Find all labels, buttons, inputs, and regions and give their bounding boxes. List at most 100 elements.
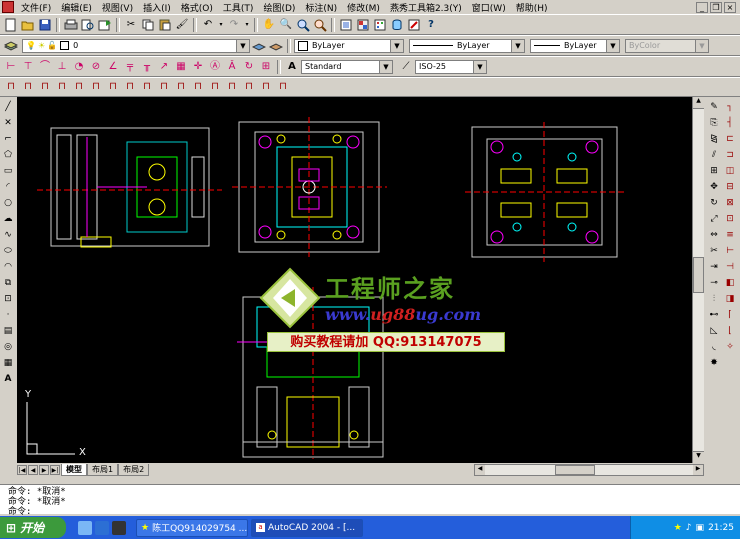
- tray-clock[interactable]: 21:25: [708, 523, 734, 533]
- zoom-window-icon[interactable]: [295, 17, 311, 33]
- menu-draw[interactable]: 绘图(D): [258, 1, 300, 14]
- task-autocad[interactable]: a AutoCAD 2004 - [...: [251, 518, 363, 537]
- print-icon[interactable]: [63, 17, 79, 33]
- dim-text-edit-icon[interactable]: Ǎ: [224, 59, 240, 75]
- join-icon[interactable]: ⊷: [707, 308, 721, 322]
- chevron-down-icon[interactable]: ▼: [473, 60, 486, 73]
- yx-tool-4-icon[interactable]: ⊐: [723, 148, 737, 162]
- copy-icon[interactable]: [140, 17, 156, 33]
- rectangle-icon[interactable]: ▭: [1, 164, 15, 178]
- text-style-dropdown[interactable]: Standard ▼: [301, 59, 393, 74]
- dim-style-icon[interactable]: ⊞: [258, 59, 274, 75]
- last-tab-icon[interactable]: ▶|: [50, 465, 60, 475]
- scale-icon[interactable]: ⤢: [707, 212, 721, 226]
- dim-ordinate-icon[interactable]: ⊥: [54, 59, 70, 75]
- chevron-down-icon[interactable]: ▼: [390, 39, 403, 52]
- mold-slider-icon[interactable]: ⊓: [190, 79, 206, 95]
- yx-tool-13-icon[interactable]: ◨: [723, 292, 737, 306]
- make-object-layer-current-icon[interactable]: [251, 38, 267, 54]
- dim-aligned-icon[interactable]: ⊤: [20, 59, 36, 75]
- zoom-previous-icon[interactable]: [312, 17, 328, 33]
- menu-insert[interactable]: 插入(I): [138, 1, 176, 14]
- dimension-style-icon[interactable]: ⟋: [398, 59, 414, 75]
- vertical-scrollbar[interactable]: ▲ ▼: [692, 97, 704, 463]
- chevron-down-icon[interactable]: ▼: [236, 39, 249, 52]
- chevron-down-icon[interactable]: ▼: [511, 39, 524, 52]
- chevron-down-icon[interactable]: ▼: [379, 60, 392, 73]
- prev-tab-icon[interactable]: ◀: [28, 465, 38, 475]
- undo-dropdown-icon[interactable]: ▾: [217, 17, 225, 33]
- revision-cloud-icon[interactable]: ☁: [1, 212, 15, 226]
- markup-icon[interactable]: [406, 17, 422, 33]
- erase-icon[interactable]: ✎: [707, 100, 721, 114]
- yx-tool-5-icon[interactable]: ◫: [723, 164, 737, 178]
- dim-style-dropdown[interactable]: ISO-25 ▼: [415, 59, 487, 74]
- redo-icon[interactable]: ↷: [226, 17, 242, 33]
- mold-plate-icon[interactable]: ⊓: [20, 79, 36, 95]
- layer-previous-icon[interactable]: [268, 38, 284, 54]
- tab-layout2[interactable]: 布局2: [118, 464, 150, 476]
- design-center-icon[interactable]: [355, 17, 371, 33]
- yx-tool-16-icon[interactable]: ✧: [723, 340, 737, 354]
- cut-icon[interactable]: ✂: [123, 17, 139, 33]
- menu-modify[interactable]: 修改(M): [342, 1, 385, 14]
- start-button[interactable]: ⊞ 开始: [0, 517, 66, 538]
- dim-arc-icon[interactable]: ⌒: [37, 59, 53, 75]
- layer-manager-icon[interactable]: [3, 38, 19, 54]
- yx-tool-3-icon[interactable]: ⊏: [723, 132, 737, 146]
- mold-part-icon[interactable]: ⊓: [275, 79, 291, 95]
- spline-icon[interactable]: ∿: [1, 228, 15, 242]
- publish-icon[interactable]: [97, 17, 113, 33]
- hscroll-thumb[interactable]: [555, 465, 595, 475]
- mold-ejector-icon[interactable]: ⊓: [122, 79, 138, 95]
- yx-tool-1-icon[interactable]: ┐: [723, 100, 737, 114]
- close-icon[interactable]: ×: [724, 1, 736, 13]
- table-icon[interactable]: ▦: [1, 356, 15, 370]
- ellipse-icon[interactable]: ⬭: [1, 244, 15, 258]
- task-qq-chat[interactable]: ★ 陈工QQ914029754 ...: [136, 518, 248, 537]
- autocad-app-icon[interactable]: [2, 1, 14, 13]
- plotstyle-control-dropdown[interactable]: ByColor ▼: [625, 38, 709, 53]
- internet-explorer-icon[interactable]: [95, 520, 109, 535]
- mold-locating-ring-icon[interactable]: ⊓: [258, 79, 274, 95]
- tool-palettes-icon[interactable]: [372, 17, 388, 33]
- drawing-canvas[interactable]: Y X 工程师之家 www.ug88ug.com 购买教程请加 QQ:91314…: [17, 97, 692, 463]
- yx-tool-2-icon[interactable]: ┤: [723, 116, 737, 130]
- menu-format[interactable]: 格式(O): [176, 1, 218, 14]
- redo-dropdown-icon[interactable]: ▾: [243, 17, 251, 33]
- tray-network-icon[interactable]: ▣: [696, 523, 705, 533]
- line-icon[interactable]: ╱: [1, 100, 15, 114]
- dim-center-mark-icon[interactable]: ✛: [190, 59, 206, 75]
- ellipse-arc-icon[interactable]: ◠: [1, 260, 15, 274]
- scroll-thumb[interactable]: [693, 257, 704, 293]
- menu-dimension[interactable]: 标注(N): [300, 1, 342, 14]
- copy-object-icon[interactable]: ⎘: [707, 116, 721, 130]
- rotate-icon[interactable]: ↻: [707, 196, 721, 210]
- construction-line-icon[interactable]: ✕: [1, 116, 15, 130]
- next-tab-icon[interactable]: ▶: [39, 465, 49, 475]
- dim-continue-icon[interactable]: ╥: [139, 59, 155, 75]
- mold-cooling-icon[interactable]: ⊓: [156, 79, 172, 95]
- mold-base-icon[interactable]: ⊓: [3, 79, 19, 95]
- menu-help[interactable]: 帮助(H): [511, 1, 553, 14]
- zoom-realtime-icon[interactable]: 🔍: [278, 17, 294, 33]
- dim-radius-icon[interactable]: ◔: [71, 59, 87, 75]
- first-tab-icon[interactable]: |◀: [17, 465, 27, 475]
- hatch-icon[interactable]: ▤: [1, 324, 15, 338]
- trim-icon[interactable]: ✂: [707, 244, 721, 258]
- hscroll-right-arrow-icon[interactable]: ▶: [693, 465, 703, 475]
- text-style-icon[interactable]: A: [284, 59, 300, 75]
- mold-runner-icon[interactable]: ⊓: [173, 79, 189, 95]
- yx-tool-12-icon[interactable]: ◧: [723, 276, 737, 290]
- mold-pin-icon[interactable]: ⊓: [54, 79, 70, 95]
- scroll-down-arrow-icon[interactable]: ▼: [693, 451, 704, 463]
- restore-icon[interactable]: ❐: [710, 1, 722, 13]
- dim-tolerance-icon[interactable]: ▦: [173, 59, 189, 75]
- dbconnect-icon[interactable]: [389, 17, 405, 33]
- yx-tool-9-icon[interactable]: ≡: [723, 228, 737, 242]
- show-desktop-icon[interactable]: [78, 520, 92, 535]
- chevron-down-icon[interactable]: ▼: [695, 39, 708, 52]
- hscroll-left-arrow-icon[interactable]: ◀: [475, 465, 485, 475]
- dim-linear-icon[interactable]: ⊢: [3, 59, 19, 75]
- undo-icon[interactable]: ↶: [200, 17, 216, 33]
